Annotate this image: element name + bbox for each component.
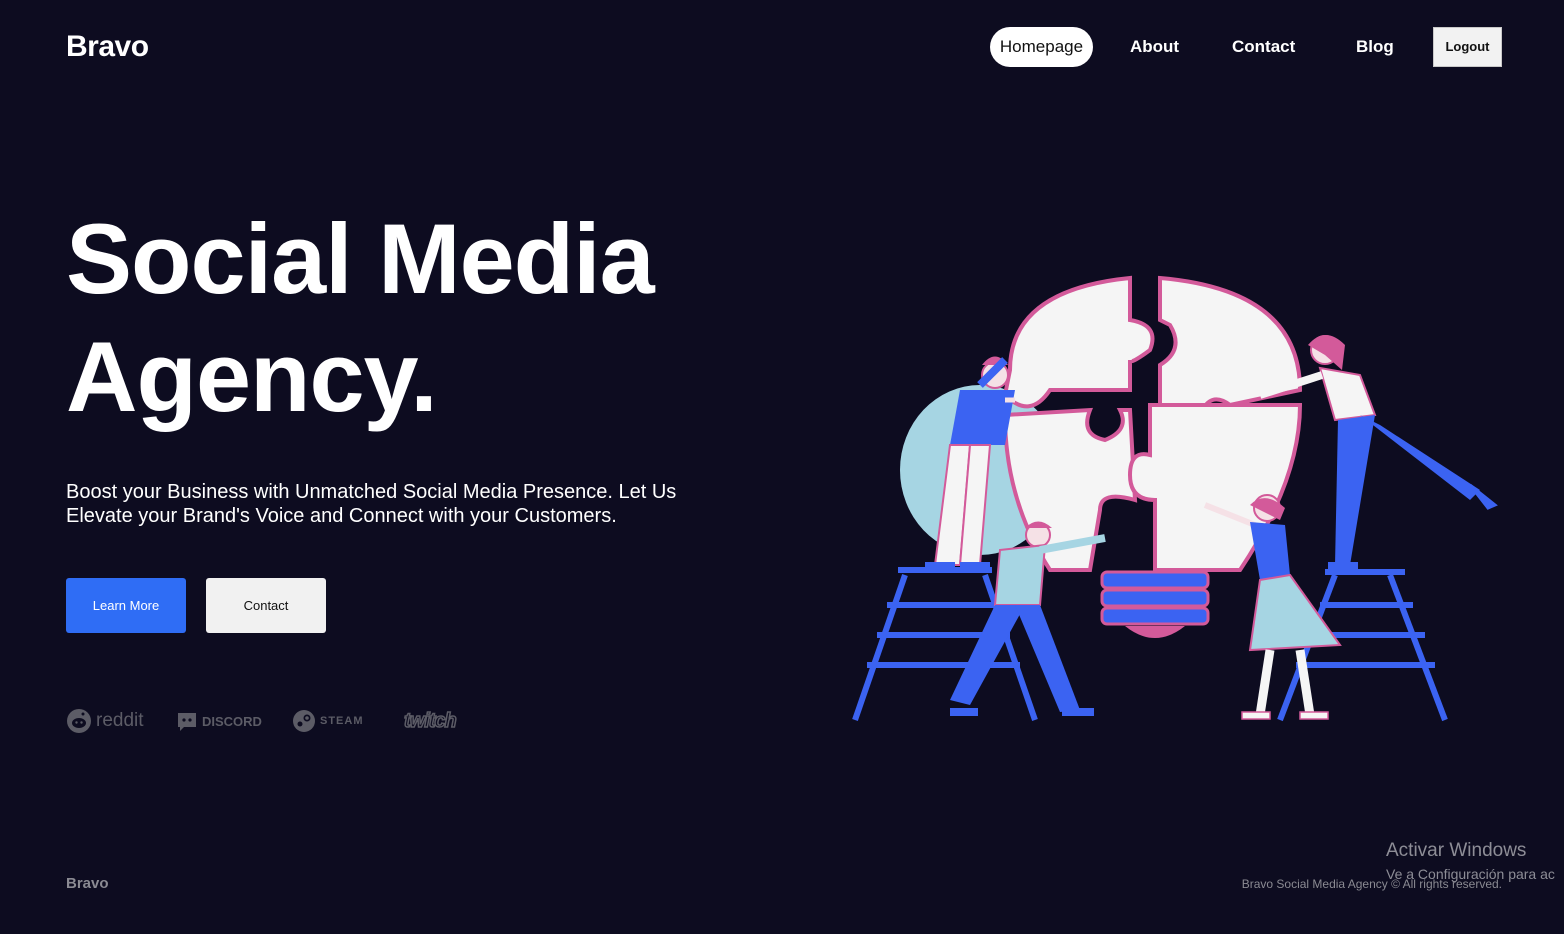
learn-more-button[interactable]: Learn More — [66, 578, 186, 633]
reddit-wordmark: reddit — [96, 710, 144, 731]
page: Bravo Homepage About Contact Blog Logout… — [0, 0, 1564, 934]
windows-activation-title: Activar Windows — [1386, 840, 1527, 861]
windows-activation-subtitle: Ve a Configuración para ac — [1386, 866, 1555, 882]
twitch-logo: twitch — [403, 706, 457, 736]
steam-icon — [293, 710, 315, 732]
nav-contact[interactable]: Contact — [1232, 27, 1295, 67]
nav-blog[interactable]: Blog — [1356, 27, 1394, 67]
contact-button[interactable]: Contact — [206, 578, 326, 633]
logout-button[interactable]: Logout — [1433, 27, 1502, 67]
bulb-tip — [1125, 626, 1185, 638]
puzzle-lightbulb-illustration — [852, 275, 1498, 722]
footer-logo[interactable]: Bravo — [66, 875, 109, 892]
nav-homepage[interactable]: Homepage — [990, 27, 1093, 67]
hero-title: Social Media Agency. — [66, 200, 655, 436]
brand-steam: STEAM — [292, 706, 364, 736]
nav-about[interactable]: About — [1130, 27, 1179, 67]
site-logo[interactable]: Bravo — [66, 30, 149, 64]
discord-wordmark: DISCORD — [202, 713, 262, 729]
discord-icon — [178, 713, 196, 731]
hero-title-line2: Agency. — [66, 321, 438, 432]
brand-discord: DISCORD — [176, 706, 262, 736]
hero-subtitle: Boost your Business with Unmatched Socia… — [66, 481, 677, 527]
brand-reddit: reddit — [66, 706, 144, 736]
hero-title-line1: Social Media — [66, 203, 655, 314]
steam-wordmark: STEAM — [320, 715, 364, 727]
reddit-icon — [67, 709, 91, 733]
twitch-wordmark: twitch — [403, 709, 457, 733]
bulb-base — [1100, 570, 1210, 626]
